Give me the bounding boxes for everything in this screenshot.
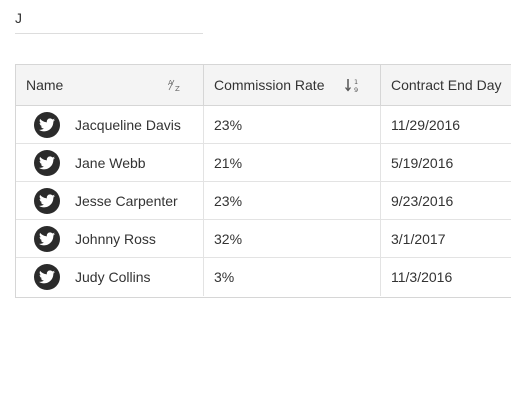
commission-cell: 23% bbox=[204, 106, 381, 143]
name-text: Jesse Carpenter bbox=[75, 192, 178, 209]
name-cell: Jesse Carpenter bbox=[16, 182, 204, 219]
table-row[interactable]: Jesse Carpenter 23% 9/23/2016 bbox=[16, 182, 511, 220]
search-field[interactable] bbox=[15, 6, 203, 34]
name-text: Jane Webb bbox=[75, 154, 146, 171]
name-cell: Johnny Ross bbox=[16, 220, 204, 257]
name-cell: Jacqueline Davis bbox=[16, 106, 204, 143]
column-header-label: Contract End Day bbox=[391, 77, 502, 93]
table-row[interactable]: Jane Webb 21% 5/19/2016 bbox=[16, 144, 511, 182]
twitter-bird-icon bbox=[34, 225, 60, 252]
table-row[interactable]: Jacqueline Davis 23% 11/29/2016 bbox=[16, 106, 511, 144]
twitter-bird-icon bbox=[34, 111, 60, 138]
column-header-name[interactable]: Name A Z bbox=[16, 65, 204, 105]
svg-text:1: 1 bbox=[354, 78, 358, 86]
column-header-label: Name bbox=[26, 77, 64, 93]
commission-cell: 21% bbox=[204, 144, 381, 181]
search-input[interactable] bbox=[15, 6, 203, 30]
name-cell: Jane Webb bbox=[16, 144, 204, 181]
column-header-commission[interactable]: Commission Rate 1 9 bbox=[204, 65, 381, 105]
contract-end-cell: 3/1/2017 bbox=[391, 230, 446, 247]
table-row[interactable]: Johnny Ross 32% 3/1/2017 bbox=[16, 220, 511, 258]
svg-text:9: 9 bbox=[354, 86, 358, 93]
commission-cell: 32% bbox=[204, 220, 381, 257]
twitter-bird-icon bbox=[34, 264, 60, 290]
name-text: Johnny Ross bbox=[75, 230, 156, 247]
commission-cell: 23% bbox=[204, 182, 381, 219]
commission-cell: 3% bbox=[204, 258, 381, 296]
name-cell: Judy Collins bbox=[16, 258, 204, 296]
sort-alpha-icon[interactable]: A Z bbox=[167, 77, 185, 93]
name-text: Judy Collins bbox=[75, 269, 151, 285]
column-header-contract-end[interactable]: Contract End Day bbox=[381, 65, 511, 105]
column-header-label: Commission Rate bbox=[214, 77, 325, 93]
sort-numeric-icon[interactable]: 1 9 bbox=[344, 77, 362, 93]
contract-end-cell: 11/29/2016 bbox=[391, 116, 461, 133]
table-row[interactable]: Judy Collins 3% 11/3/2016 bbox=[16, 258, 511, 296]
contract-end-cell: 5/19/2016 bbox=[391, 154, 454, 171]
twitter-bird-icon bbox=[34, 149, 60, 176]
data-grid: Name A Z Commission Rate 1 9 Contract En… bbox=[15, 64, 511, 298]
name-text: Jacqueline Davis bbox=[75, 116, 181, 133]
grid-header-row: Name A Z Commission Rate 1 9 Contract En… bbox=[16, 65, 511, 106]
twitter-bird-icon bbox=[34, 187, 60, 214]
svg-text:Z: Z bbox=[175, 85, 180, 92]
contract-end-cell: 9/23/2016 bbox=[391, 192, 454, 209]
contract-end-cell: 11/3/2016 bbox=[391, 269, 453, 285]
